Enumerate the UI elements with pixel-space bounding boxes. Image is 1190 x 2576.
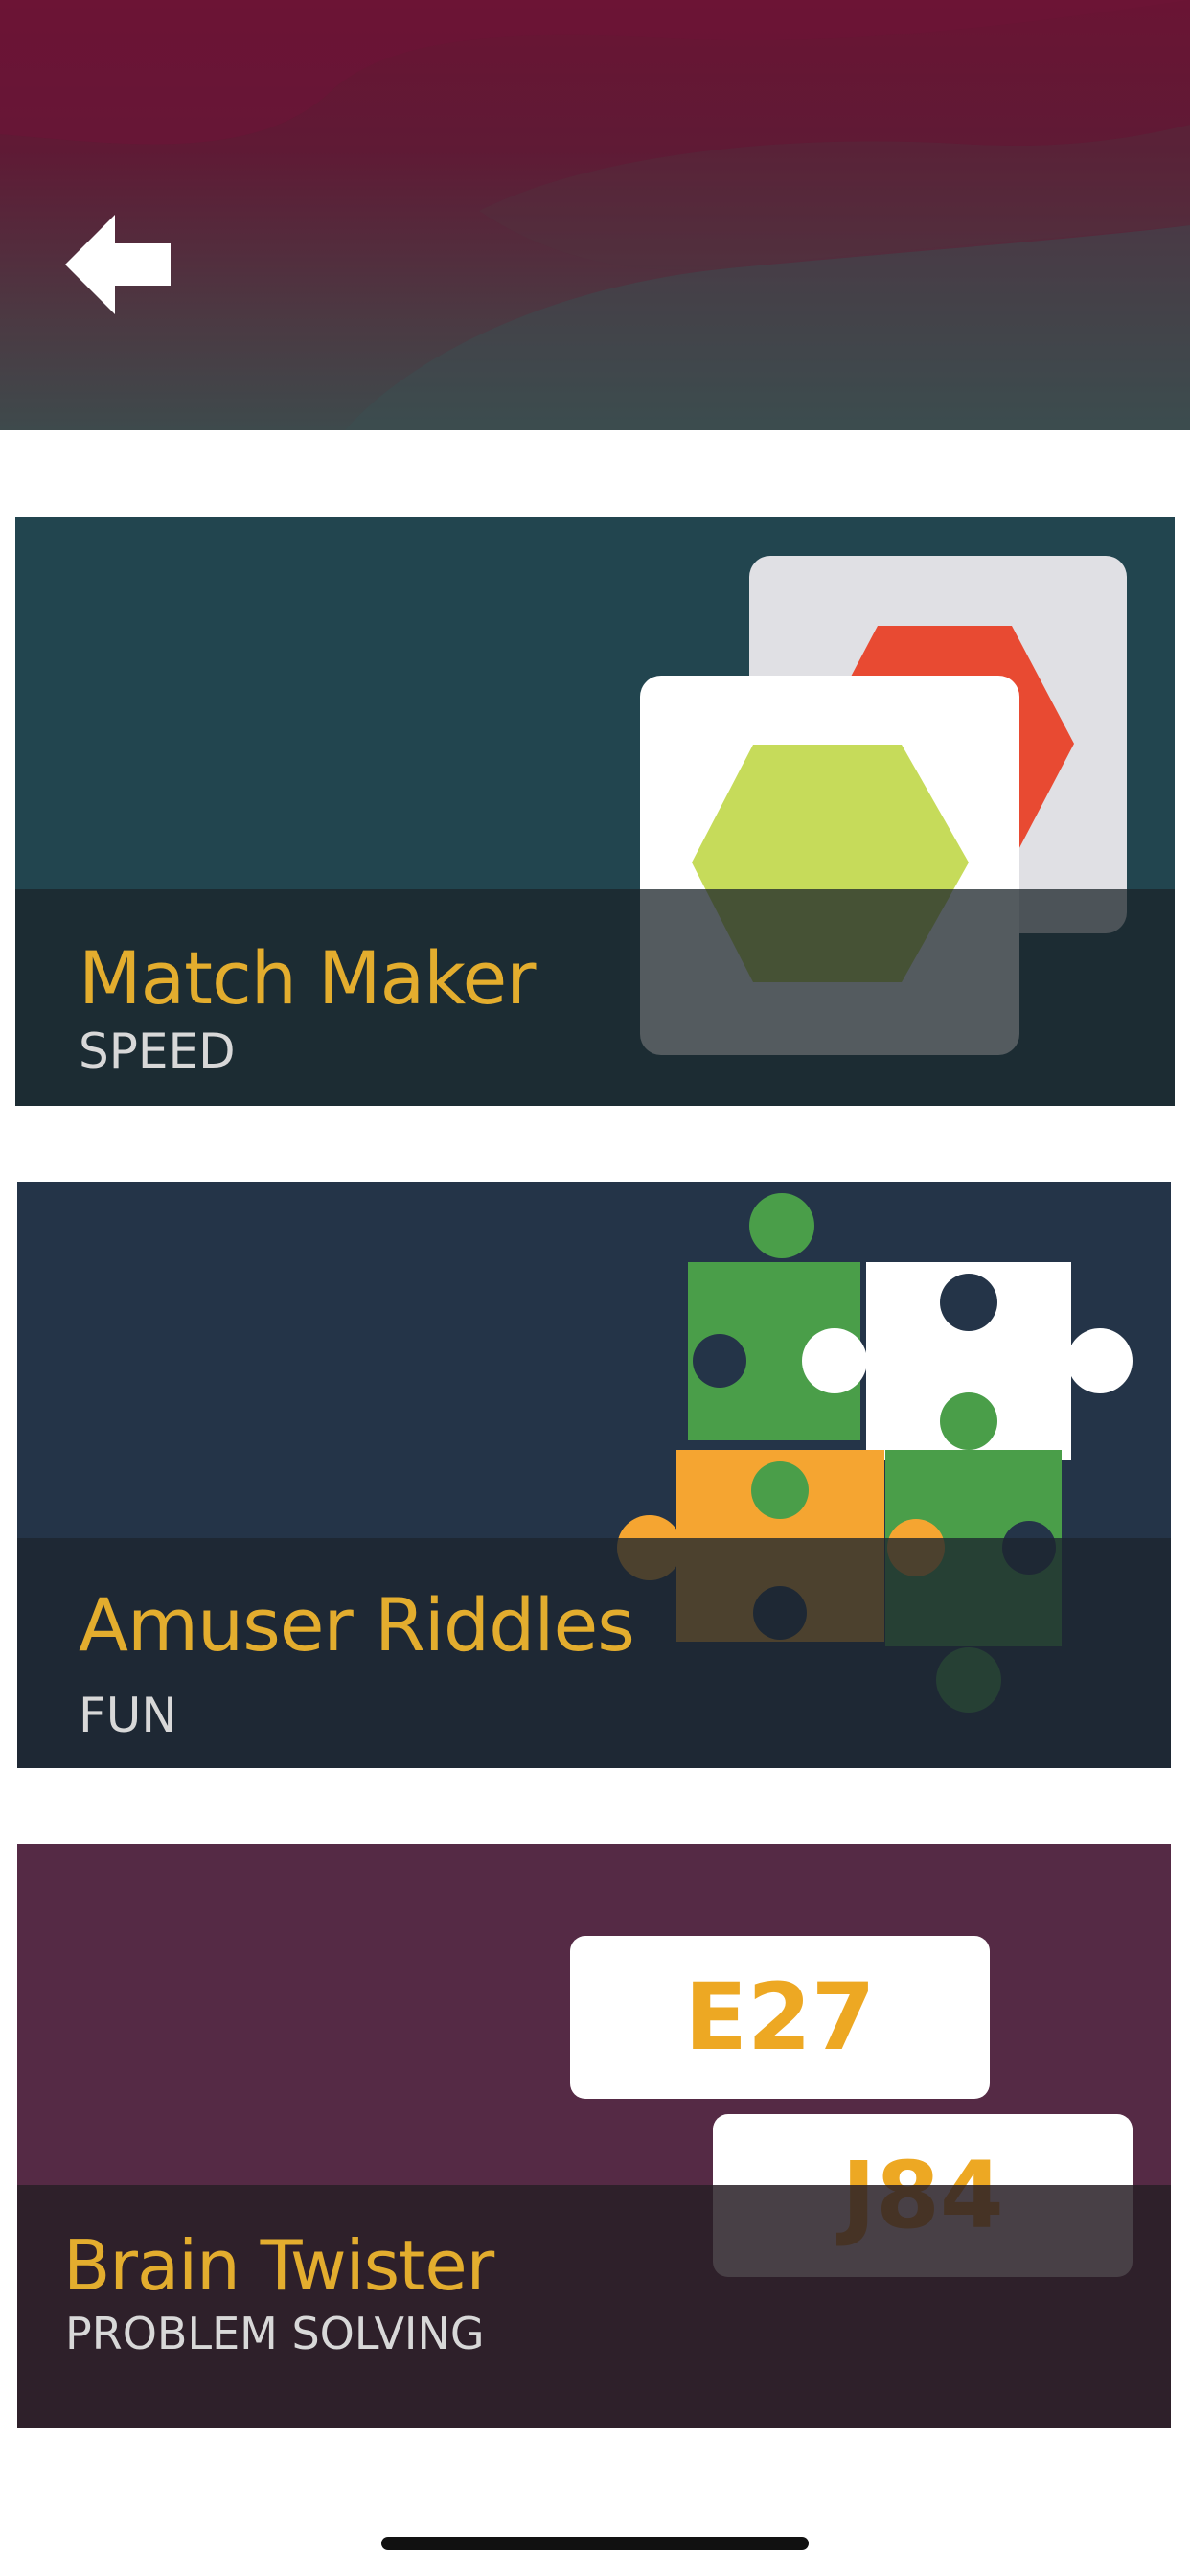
card-subtitle: SPEED [79, 1024, 236, 1079]
game-card-brain-twister[interactable]: E27 J84 Brain Twister PROBLEM SOLVING [17, 1844, 1171, 2428]
card-title: Amuser Riddles [79, 1582, 635, 1668]
game-card-match-maker[interactable]: Match Maker SPEED [15, 518, 1175, 1106]
card-caption-band [17, 2185, 1171, 2428]
card-title: Brain Twister [63, 2225, 494, 2306]
back-button[interactable] [65, 215, 172, 314]
header-wave-decoration [0, 0, 1190, 430]
code-tile-text: E27 [684, 1964, 876, 2071]
card-subtitle: FUN [79, 1688, 177, 1743]
code-tile-e27: E27 [570, 1936, 990, 2099]
game-card-amuser-riddles[interactable]: Amuser Riddles FUN [17, 1182, 1171, 1768]
card-subtitle: PROBLEM SOLVING [65, 2308, 485, 2359]
arrow-left-icon [65, 215, 171, 314]
home-indicator[interactable] [381, 2537, 809, 2550]
card-title: Match Maker [79, 935, 537, 1021]
header-banner [0, 0, 1190, 430]
